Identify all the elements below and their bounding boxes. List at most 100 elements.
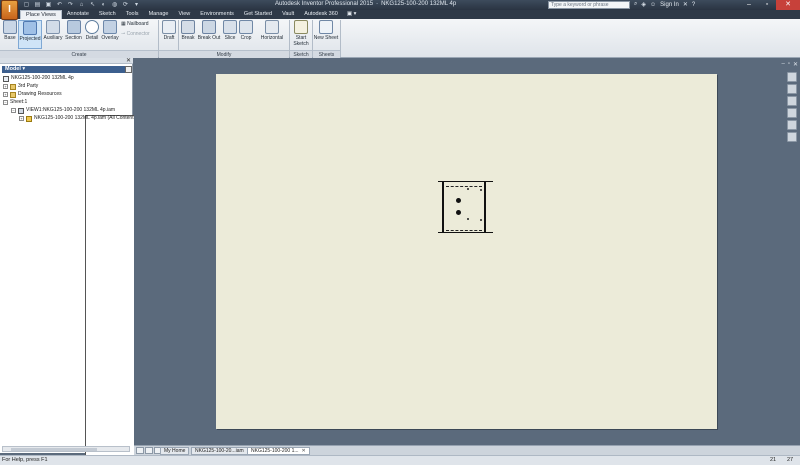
open-icon[interactable]: ▤ <box>33 1 42 9</box>
drawing-sheet[interactable] <box>216 74 717 429</box>
minimize-icon[interactable]: – <box>781 61 784 68</box>
base-view-button[interactable]: Base <box>2 20 18 49</box>
tab-tools[interactable]: Tools <box>121 10 144 19</box>
maximize-icon[interactable]: ▫ <box>758 0 776 10</box>
connector-button[interactable]: ⊸ Connector <box>121 31 150 37</box>
title-bar: I ▢ ▤ ▣ ↶ ↷ ⌂ ↖ ◐ ◍ ⟳ ▾ Autodesk Invento… <box>0 0 800 20</box>
point-mark <box>480 189 482 191</box>
help-search-input[interactable]: Type a keyword or phrase <box>548 1 630 9</box>
tab-view[interactable]: View <box>173 10 195 19</box>
hidden-line <box>446 186 482 187</box>
close-icon[interactable]: ✕ <box>793 61 798 68</box>
tree-item-drawing[interactable]: NKG125-100-200 132ML 4p <box>3 75 74 82</box>
draft-view-button[interactable]: Draft <box>161 20 177 49</box>
auxiliary-view-button[interactable]: Auxiliary <box>43 20 63 49</box>
tab-label: NKG125-100-20...iam <box>195 448 244 454</box>
collapse-icon[interactable]: − <box>11 108 16 113</box>
start-sketch-label-2: Sketch <box>293 41 309 47</box>
new-sheet-button[interactable]: New Sheet <box>313 20 339 49</box>
subscription-icon[interactable]: ◈ <box>641 1 646 8</box>
new-icon[interactable]: ▢ <box>22 1 31 9</box>
group-separator <box>340 20 341 57</box>
folder-icon <box>10 91 16 98</box>
nailboard-button[interactable]: ▦ Nailboard <box>121 21 149 27</box>
pan-icon[interactable] <box>787 84 797 94</box>
tab-sketch[interactable]: Sketch <box>94 10 121 19</box>
close-tab-icon[interactable]: ✕ <box>302 448 306 454</box>
graphics-window[interactable]: – ▫ ✕ <box>134 58 800 445</box>
tab-label: My Home <box>164 448 186 454</box>
view-left-edge <box>442 181 444 233</box>
exchange-icon[interactable]: ✕ <box>683 1 688 8</box>
document-window-controls: – ▫ ✕ <box>781 61 798 68</box>
browser-horizontal-scrollbar[interactable] <box>2 446 130 452</box>
model-browser: ✕ Model ▾ NKG125-100-200 132ML 4p + 3rd … <box>0 57 586 465</box>
break-out-button[interactable]: Break Out <box>196 20 222 49</box>
application-menu-button[interactable]: I <box>1 0 18 20</box>
zoom-all-icon[interactable] <box>787 108 797 118</box>
sign-in-button[interactable]: Sign In <box>660 2 679 8</box>
restore-icon[interactable]: ▫ <box>788 61 790 68</box>
appearance-icon[interactable]: ◍ <box>110 1 119 9</box>
new-sheet-label: New Sheet <box>313 35 339 41</box>
tab-options-dropdown[interactable]: ▣ ▾ <box>343 10 361 19</box>
assembly-icon <box>26 115 32 122</box>
full-navigation-wheel-icon[interactable] <box>787 72 797 82</box>
home-icon[interactable]: ⌂ <box>77 1 86 9</box>
tab-autodesk-360[interactable]: Autodesk 360 <box>299 10 343 19</box>
save-icon[interactable]: ▣ <box>44 1 53 9</box>
tree-item-drawing-resources[interactable]: + Drawing Resources <box>3 91 62 98</box>
tab-environments[interactable]: Environments <box>195 10 239 19</box>
tree-item-label: Drawing Resources <box>18 91 62 97</box>
horizontal-button[interactable]: Horizontal <box>258 20 286 49</box>
material-icon[interactable]: ◐ <box>99 1 108 9</box>
look-at-icon[interactable] <box>787 120 797 130</box>
tab-assembly-doc[interactable]: NKG125-100-20...iam <box>191 447 248 455</box>
tab-my-home[interactable]: My Home <box>160 447 190 455</box>
tree-item-assembly[interactable]: + NKG125-100-200 132ML 4p.iam (All Conte… <box>19 115 139 122</box>
find-icon[interactable] <box>125 66 132 73</box>
expand-icon[interactable]: + <box>3 84 8 89</box>
model-dropdown[interactable]: Model ▾ <box>2 66 132 73</box>
ribbon-tab-bar: Place Views Annotate Sketch Tools Manage View… <box>0 10 800 19</box>
tab-manage[interactable]: Manage <box>144 10 174 19</box>
tile-icon[interactable] <box>136 447 144 454</box>
section-view-button[interactable]: Section <box>64 20 83 49</box>
minimize-icon[interactable]: – <box>740 0 758 10</box>
expand-icon[interactable]: + <box>19 116 24 121</box>
tab-get-started[interactable]: Get Started <box>239 10 277 19</box>
user-icon[interactable]: ☺ <box>650 2 656 8</box>
scrollbar-thumb[interactable] <box>11 448 97 451</box>
start-sketch-button[interactable]: Start Sketch <box>291 20 311 49</box>
crop-button[interactable]: Crop <box>238 20 254 49</box>
search-icon[interactable]: ⌕ <box>634 1 637 8</box>
tab-drawing-doc[interactable]: NKG125-100-200 1... ✕ <box>247 447 310 455</box>
tab-place-views[interactable]: Place Views <box>20 10 62 19</box>
tab-annotate[interactable]: Annotate <box>62 10 94 19</box>
tree-item-3rd-party[interactable]: + 3rd Party <box>3 83 38 90</box>
close-icon[interactable]: ✕ <box>776 0 800 10</box>
tab-vault[interactable]: Vault <box>277 10 299 19</box>
break-button[interactable]: Break <box>180 20 196 49</box>
cascade-icon[interactable] <box>145 447 153 454</box>
tree-item-sheet[interactable]: − Sheet:1 <box>3 99 586 465</box>
customize-icon[interactable]: ▾ <box>132 1 141 9</box>
overlay-view-button[interactable]: Overlay <box>100 20 120 49</box>
collapse-icon[interactable]: − <box>3 100 8 105</box>
sketch-icon <box>294 20 308 34</box>
undo-icon[interactable]: ↶ <box>55 1 64 9</box>
select-icon[interactable]: ↖ <box>88 1 97 9</box>
customize-icon[interactable] <box>787 132 797 142</box>
expand-icon[interactable]: + <box>3 92 8 97</box>
update-icon[interactable]: ⟳ <box>121 1 130 9</box>
projected-view-button[interactable]: Projected <box>18 20 42 49</box>
ribbon-tabs: Place Views Annotate Sketch Tools Manage View… <box>20 10 360 19</box>
help-icon[interactable]: ? <box>692 2 695 8</box>
redo-icon[interactable]: ↷ <box>66 1 75 9</box>
tree-item-view[interactable]: − VIEW1:NKG125-100-200 132ML 4p.iam <box>11 107 115 114</box>
close-icon[interactable]: ✕ <box>126 57 131 64</box>
zoom-icon[interactable] <box>787 96 797 106</box>
crop-icon <box>239 20 253 34</box>
slice-button[interactable]: Slice <box>222 20 238 49</box>
detail-view-button[interactable]: Detail <box>84 20 100 49</box>
